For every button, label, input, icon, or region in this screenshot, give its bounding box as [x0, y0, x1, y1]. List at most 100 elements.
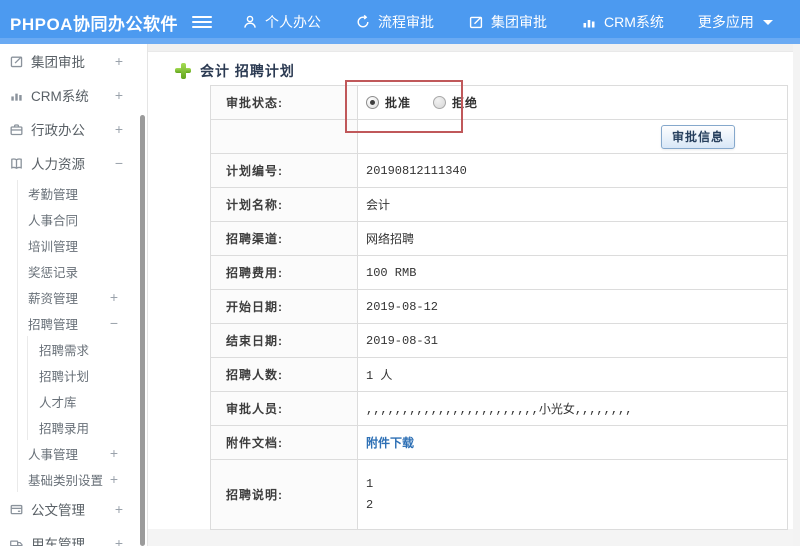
top-nav-item[interactable]: 流程审批: [355, 12, 434, 32]
top-nav-item-label: 更多应用: [697, 14, 754, 30]
sidebar-item[interactable]: 人才库: [0, 388, 147, 414]
field-row: 招聘费用: 100 RMB: [211, 256, 787, 290]
sidebar-item-label: 招聘需求: [39, 343, 90, 358]
top-nav: 个人办公 流程审批 集团审批 CRM系统 更多应用: [242, 12, 773, 32]
sidebar-item-label: 奖惩记录: [28, 265, 79, 280]
top-nav-item[interactable]: 集团审批: [468, 12, 547, 32]
field-value: ,,,,,,,,,,,,,,,,,,,,,,,,小光女,,,,,,,,: [366, 403, 633, 417]
sidebar-item[interactable]: 招聘管理 −: [0, 310, 147, 336]
sidebar-item[interactable]: CRM系统 +: [0, 78, 147, 112]
sidebar-item[interactable]: 人力资源 −: [0, 146, 147, 180]
sidebar-item[interactable]: 招聘需求: [0, 336, 147, 362]
content-footer-gap: [148, 529, 800, 546]
sidebar-item[interactable]: 公文管理 +: [0, 492, 147, 526]
field-row: 开始日期: 2019-08-12: [211, 290, 787, 324]
sidebar-item[interactable]: 奖惩记录: [0, 258, 147, 284]
collapse-icon[interactable]: −: [110, 315, 118, 331]
page-scrollbar-track[interactable]: [793, 44, 800, 546]
field-row: 审批人员: ,,,,,,,,,,,,,,,,,,,,,,,,小光女,,,,,,,,: [211, 392, 787, 426]
add-icon[interactable]: [175, 62, 191, 79]
field-label: 审批人员:: [211, 392, 358, 425]
field-label: 结束日期:: [211, 324, 358, 357]
sidebar-item[interactable]: 用车管理 +: [0, 526, 147, 546]
sidebar-item-label: 人事合同: [28, 213, 79, 228]
sidebar-item-label: 培训管理: [28, 239, 79, 254]
approval-info-cell: 审批信息: [358, 120, 787, 153]
sidebar-item[interactable]: 人事合同: [0, 206, 147, 232]
sidebar-item[interactable]: 集团审批 +: [0, 44, 147, 78]
sidebar-item[interactable]: 薪资管理 +: [0, 284, 147, 310]
edit-icon: [468, 14, 484, 30]
collapse-icon[interactable]: −: [115, 155, 123, 171]
sidebar-item[interactable]: 招聘计划: [0, 362, 147, 388]
sidebar-item[interactable]: 行政办公 +: [0, 112, 147, 146]
sidebar-item-label: 人力资源: [31, 157, 85, 172]
field-value-line: 1: [366, 477, 374, 491]
top-nav-item-label: 个人办公: [265, 14, 321, 30]
field-label-approval-status: 审批状态:: [211, 86, 358, 119]
approve-radio-label[interactable]: 批准: [385, 94, 411, 111]
field-value: 2019-08-12: [366, 299, 439, 314]
field-label: 计划名称:: [211, 188, 358, 221]
field-label: 招聘费用:: [211, 256, 358, 289]
sidebar-item-label: 招聘录用: [39, 421, 90, 436]
person-icon: [242, 14, 258, 30]
field-value: 1 人: [366, 369, 393, 383]
field-row: 招聘人数: 1 人: [211, 358, 787, 392]
field-label: 开始日期:: [211, 290, 358, 323]
expand-icon[interactable]: +: [115, 121, 123, 137]
reject-radio-label[interactable]: 拒绝: [452, 94, 478, 111]
tree-guide-line: [17, 180, 18, 492]
empty-label-cell: [211, 120, 358, 153]
expand-icon[interactable]: +: [110, 445, 118, 461]
top-nav-item[interactable]: 个人办公: [242, 12, 321, 32]
expand-icon[interactable]: +: [110, 471, 118, 487]
sidebar-item[interactable]: 培训管理: [0, 232, 147, 258]
approval-status-options: 批准 拒绝: [358, 86, 787, 119]
attachment-download-link[interactable]: 附件下载: [366, 434, 414, 451]
field-row: 附件文档: 附件下载: [211, 426, 787, 460]
sidebar-item-label: 用车管理: [31, 537, 85, 546]
field-value: 会计: [366, 199, 391, 213]
doc-icon: [9, 502, 24, 517]
approval-info-button[interactable]: 审批信息: [660, 124, 735, 149]
sidebar-scrollbar-thumb[interactable]: [140, 115, 145, 546]
approval-status-row: 审批状态: 批准 拒绝: [211, 86, 787, 120]
field-value-line: 2: [366, 498, 374, 512]
field-label: 计划编号:: [211, 154, 358, 187]
top-nav-item[interactable]: 更多应用: [698, 12, 773, 32]
expand-icon[interactable]: +: [115, 501, 123, 517]
sidebar-item[interactable]: 考勤管理: [0, 180, 147, 206]
sidebar-item-label: 薪资管理: [28, 291, 79, 306]
sidebar-item-label: 人事管理: [28, 447, 79, 462]
field-label: 招聘说明:: [211, 460, 358, 529]
recruitment-plan-detail-table: 审批状态: 批准 拒绝 审批信息 计划编号: 20190812111340 计划名称…: [210, 85, 788, 530]
sidebar: 集团审批 + CRM系统 + 行政办公 + 人力资源 − 考勤管理 人事合同 培训管理 奖惩记录 薪资管…: [0, 44, 148, 546]
field-label: 招聘渠道:: [211, 222, 358, 255]
content-top-strip: [148, 44, 800, 52]
field-row: 招聘说明: 1 2: [211, 460, 787, 529]
sidebar-item[interactable]: 人事管理 +: [0, 440, 147, 466]
expand-icon[interactable]: +: [115, 53, 123, 69]
tree-guide-line: [27, 336, 28, 440]
top-nav-item-label: 流程审批: [378, 14, 434, 30]
hamburger-menu-icon[interactable]: [192, 16, 212, 28]
field-value: 附件下载: [358, 426, 787, 459]
caret-down-icon: [762, 19, 773, 25]
reject-radio[interactable]: [433, 96, 447, 109]
sidebar-item-label: 招聘计划: [39, 369, 90, 384]
sidebar-item[interactable]: 基础类别设置 +: [0, 466, 147, 492]
field-value: 20190812111340: [366, 163, 467, 178]
page-title-row: 会计 招聘计划: [148, 52, 800, 85]
sidebar-item-label: 人才库: [39, 395, 77, 410]
sidebar-item-label: 集团审批: [31, 55, 85, 70]
chart-icon: [9, 88, 24, 103]
expand-icon[interactable]: +: [115, 535, 123, 546]
expand-icon[interactable]: +: [110, 289, 118, 305]
approve-radio[interactable]: [366, 96, 379, 109]
field-value: 100 RMB: [366, 265, 417, 280]
field-row: 计划名称: 会计: [211, 188, 787, 222]
top-nav-item[interactable]: CRM系统: [581, 12, 664, 32]
sidebar-item[interactable]: 招聘录用: [0, 414, 147, 440]
expand-icon[interactable]: +: [115, 87, 123, 103]
